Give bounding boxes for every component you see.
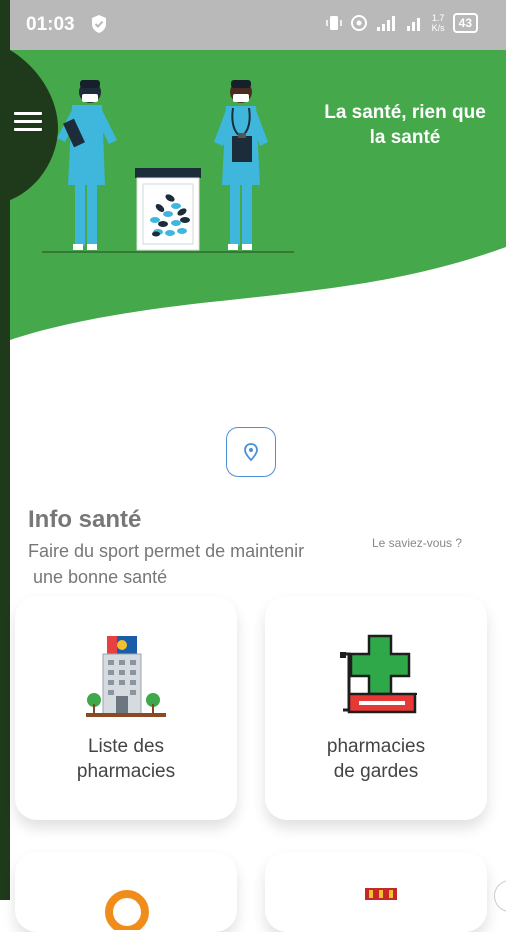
card-label-line-1: pharmacies	[326, 736, 426, 757]
card-label-line-1: Liste des	[87, 736, 165, 757]
did-you-know-link[interactable]: Le saviez-vous ?	[372, 536, 462, 550]
pharmacy-cross-sign-icon	[340, 634, 417, 714]
card-partial-right[interactable]	[265, 852, 487, 932]
card-label: pharmacies de gardes	[265, 734, 487, 784]
info-text-line-1: Faire du sport permet de maintenir	[28, 541, 305, 561]
location-button[interactable]	[226, 427, 276, 477]
network-speed-unit: K/s	[431, 23, 445, 33]
card-partial-left[interactable]	[15, 852, 237, 932]
header-banner	[10, 50, 506, 340]
hotspot-icon	[350, 15, 367, 31]
status-time: 01:03	[26, 14, 75, 35]
card-partial-left-icon	[105, 890, 149, 930]
location-pin-icon	[243, 442, 258, 461]
tagline-line-2: la santé	[369, 127, 441, 148]
drawer-edge	[0, 0, 10, 900]
signal-4g-icon	[406, 18, 420, 31]
battery-icon: 43	[452, 13, 478, 33]
scroll-edge-circle	[494, 880, 506, 912]
menu-icon[interactable]	[14, 112, 42, 136]
vibrate-icon	[325, 16, 342, 30]
tagline-line-1: La santé, rien que	[324, 102, 486, 123]
hospital-building-icon	[86, 636, 166, 717]
pharmacy-on-duty-card[interactable]: pharmacies de gardes	[265, 596, 487, 820]
card-label: Liste des pharmacies	[15, 734, 237, 784]
info-title: Info santé	[28, 506, 142, 533]
info-text: Faire du sport permet de maintenir une b…	[28, 538, 368, 590]
shield-icon	[92, 15, 106, 33]
card-label-line-2: pharmacies	[76, 761, 176, 782]
pharmacy-list-card[interactable]: Liste des pharmacies	[15, 596, 237, 820]
signal-icon	[376, 16, 395, 31]
pill-jar-illustration	[135, 168, 201, 251]
network-speed-value: 1.7	[431, 13, 445, 23]
info-text-line-2: une bonne santé	[28, 567, 168, 587]
card-label-line-2: de gardes	[333, 761, 419, 782]
network-speed: 1.7 K/s	[432, 13, 445, 33]
status-bar: 01:03 1.7 K/s 43	[10, 0, 506, 50]
status-icons: 1.7 K/s 43	[325, 13, 478, 33]
card-partial-right-icon	[365, 888, 397, 900]
header-tagline: La santé, rien que la santé	[305, 100, 505, 150]
